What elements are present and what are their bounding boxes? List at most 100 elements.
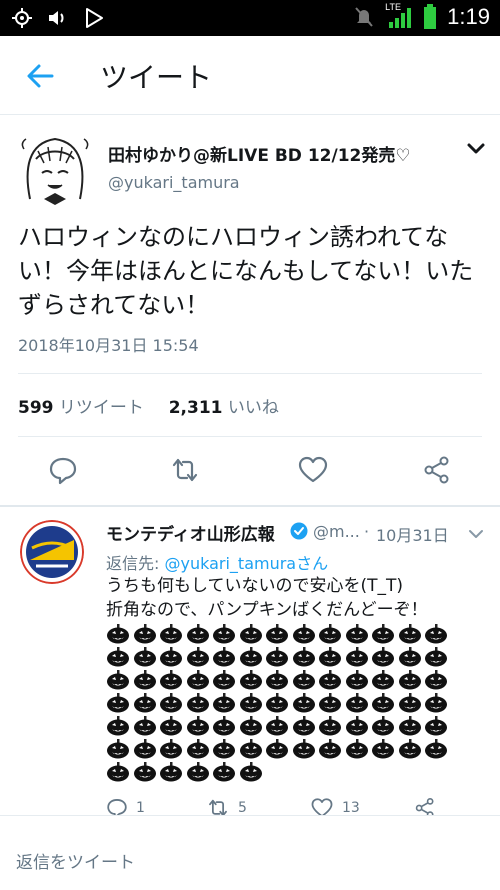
pumpkin-emoji-icon	[425, 739, 447, 759]
pumpkin-emoji-icon	[213, 670, 235, 690]
reply-author-handle[interactable]: @m...	[313, 522, 360, 541]
pumpkin-emoji-icon	[239, 693, 262, 713]
reply-to: 返信先: @yukari_tamuraさん	[106, 550, 328, 574]
volume-icon	[49, 11, 64, 25]
retweet-icon[interactable]	[170, 455, 200, 485]
pumpkin-emoji-icon	[160, 693, 182, 713]
pumpkin-emoji-icon	[239, 624, 262, 644]
pumpkin-emoji-icon	[266, 624, 288, 644]
tweet-timestamp[interactable]: 2018年10月31日 15:54	[18, 332, 199, 356]
pumpkin-emoji-icon	[319, 693, 341, 713]
pumpkin-emoji-icon	[292, 624, 315, 644]
pumpkin-emoji-icon	[398, 693, 421, 713]
pumpkin-emoji-icon	[345, 670, 368, 690]
pumpkin-emoji-icon	[372, 739, 394, 759]
pumpkin-emoji-icon	[160, 647, 182, 667]
pumpkin-emoji-icon	[213, 624, 235, 644]
pumpkin-emoji-icon	[160, 716, 182, 736]
pumpkin-emoji-icon	[372, 670, 394, 690]
pumpkin-emoji-icon	[319, 670, 341, 690]
status-bar: LTE 1:19	[0, 0, 500, 36]
pumpkin-emoji-icon	[160, 762, 182, 782]
like-label[interactable]: いいね	[228, 398, 279, 418]
pumpkin-emoji-icon	[160, 624, 182, 644]
divider	[0, 505, 500, 507]
pumpkin-emoji-icon	[133, 624, 156, 644]
reply-to-handle[interactable]: @yukari_tamuraさん	[165, 554, 329, 573]
pumpkin-emoji-icon	[425, 624, 447, 644]
reply-icon[interactable]	[48, 455, 78, 485]
pumpkin-emoji-icon	[186, 716, 209, 736]
pumpkin-emoji-icon	[345, 624, 368, 644]
like-icon[interactable]	[298, 455, 328, 485]
pumpkin-emoji-icon	[425, 670, 447, 690]
pumpkin-emoji-icon	[425, 647, 447, 667]
like-count[interactable]: 2,311	[169, 398, 223, 418]
chevron-down-icon[interactable]	[466, 141, 486, 157]
pumpkin-emoji-icon	[107, 762, 129, 782]
pumpkin-emoji-icon	[107, 716, 129, 736]
share-icon[interactable]	[422, 455, 452, 485]
pumpkin-emoji-icon	[372, 693, 394, 713]
pumpkin-emoji-icon	[133, 716, 156, 736]
pumpkin-emoji-icon	[186, 762, 209, 782]
separator-dot: ·	[364, 522, 370, 541]
pumpkin-emoji-icon	[239, 762, 262, 782]
retweet-label[interactable]: リツイート	[59, 398, 144, 418]
pumpkin-emoji-icon	[107, 624, 129, 644]
pumpkin-emoji-icon	[107, 647, 129, 667]
pumpkin-emoji-icon	[372, 716, 394, 736]
pumpkin-emoji-icon	[398, 716, 421, 736]
pumpkin-emoji-icon	[239, 670, 262, 690]
reply-input-placeholder[interactable]: 返信をツイート	[16, 848, 135, 873]
pumpkin-emoji-icon	[345, 739, 368, 759]
pumpkin-emoji-icon	[160, 670, 182, 690]
back-arrow-icon[interactable]	[22, 58, 58, 94]
pumpkin-emoji-icon	[186, 693, 209, 713]
play-store-icon	[86, 8, 103, 28]
pumpkin-emoji-icon	[266, 670, 288, 690]
pumpkin-emoji-icon	[319, 739, 341, 759]
pumpkin-emoji-icon	[186, 670, 209, 690]
clock: 1:19	[447, 4, 490, 29]
pumpkin-emoji-icon	[292, 716, 315, 736]
pumpkin-emoji-icon	[425, 693, 447, 713]
signal-icon: LTE	[385, 2, 413, 30]
app-bar: ツイート	[0, 36, 500, 115]
pumpkin-emoji-icon	[292, 693, 315, 713]
pumpkin-emoji-icon	[319, 624, 341, 644]
pumpkin-emoji-icon	[266, 716, 288, 736]
pumpkin-emoji-grid	[106, 624, 476, 782]
pumpkin-emoji-icon	[425, 716, 447, 736]
pumpkin-emoji-icon	[398, 670, 421, 690]
chevron-down-icon[interactable]	[468, 528, 484, 540]
author-handle[interactable]: @yukari_tamura	[108, 173, 240, 192]
author-avatar[interactable]	[14, 129, 96, 211]
pumpkin-emoji-icon	[372, 647, 394, 667]
pumpkin-emoji-icon	[239, 647, 262, 667]
pumpkin-emoji-icon	[319, 647, 341, 667]
location-icon	[12, 8, 32, 28]
pumpkin-emoji-icon	[107, 739, 129, 759]
author-name[interactable]: 田村ゆかり@新LIVE BD 12/12発売♡	[108, 141, 411, 166]
reply-text: うちも何もしていないので安心を(T_T) 折角なので、パンプキンばくだんどーぞ！	[106, 574, 486, 622]
pumpkin-emoji-icon	[345, 716, 368, 736]
reply-author-name[interactable]: モンテディオ山形広報	[106, 520, 275, 545]
reply-date[interactable]: 10月31日	[376, 522, 449, 546]
pumpkin-emoji-icon	[213, 647, 235, 667]
pumpkin-emoji-icon	[345, 647, 368, 667]
verified-badge-icon	[290, 522, 308, 540]
reply-composer[interactable]: 返信をツイート	[0, 815, 500, 890]
pumpkin-emoji-icon	[186, 647, 209, 667]
reply-like-count: 13	[342, 800, 360, 816]
pumpkin-emoji-icon	[160, 739, 182, 759]
pumpkin-emoji-icon	[213, 693, 235, 713]
reply-text-line: 折角なので、パンプキンばくだんどーぞ！	[106, 600, 428, 620]
pumpkin-emoji-icon	[292, 647, 315, 667]
pumpkin-emoji-icon	[398, 624, 421, 644]
pumpkin-emoji-icon	[266, 647, 288, 667]
retweet-count[interactable]: 599	[18, 398, 54, 418]
pumpkin-emoji-icon	[398, 647, 421, 667]
battery-icon	[424, 4, 437, 29]
reply-author-avatar[interactable]	[20, 520, 84, 584]
